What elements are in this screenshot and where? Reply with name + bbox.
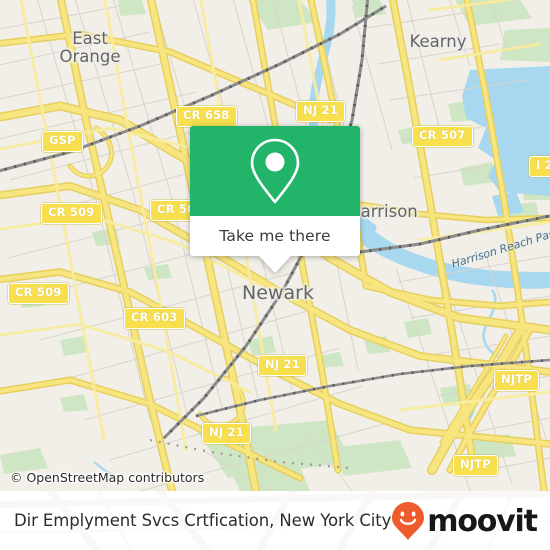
map-pin-icon	[250, 138, 300, 204]
osm-attribution[interactable]: © OpenStreetMap contributors	[10, 470, 204, 485]
moovit-smiley-pin-icon	[392, 501, 425, 540]
callout-action-area[interactable]: Take me there	[190, 216, 360, 256]
page-title: Dir Emplyment Svcs Crtfication, New York…	[14, 511, 392, 530]
callout-icon-area	[190, 126, 360, 216]
footer-bar: Dir Emplyment Svcs Crtfication, New York…	[0, 491, 550, 550]
take-me-there-callout[interactable]: Take me there	[190, 126, 360, 273]
take-me-there-label: Take me there	[219, 227, 331, 245]
map-canvas[interactable]: East Orange Kearny Harrison Newark Harri…	[0, 0, 550, 491]
callout-pointer	[258, 255, 292, 273]
moovit-wordmark: moovit	[427, 503, 538, 539]
moovit-map-screenshot: East Orange Kearny Harrison Newark Harri…	[0, 0, 550, 550]
moovit-brand: moovit	[391, 501, 538, 541]
